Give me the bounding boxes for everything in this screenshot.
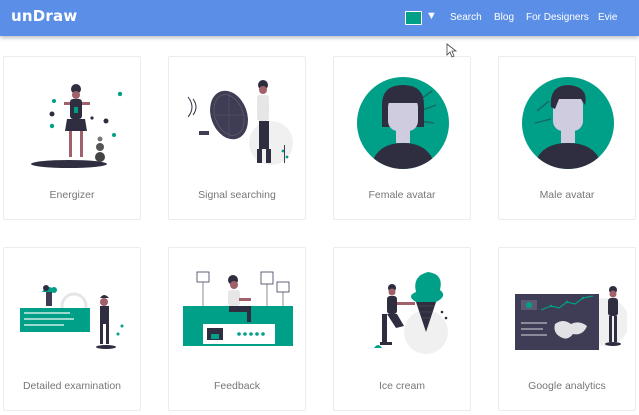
nav-user-evie-link[interactable]: Evie (598, 12, 617, 23)
google-analytics-illustration (515, 286, 627, 350)
male-avatar-illustration (522, 77, 614, 169)
illustration-card-energizer[interactable]: Energizer (3, 56, 141, 220)
nav-for-designers-link[interactable]: For Designers (526, 12, 589, 23)
female-avatar-illustration (357, 77, 449, 169)
top-navbar: unDraw ▼ Search Blog For Designers Evie (0, 0, 639, 36)
brand-logo[interactable]: unDraw (11, 7, 77, 25)
card-title: Feedback (213, 380, 261, 392)
illustration-card-detailed-examination[interactable]: Detailed examination (3, 247, 141, 411)
card-title: Signal searching (198, 189, 276, 201)
illustration-card-ice-cream[interactable]: Ice cream (333, 247, 471, 411)
card-title: Energizer (49, 189, 95, 201)
color-picker-swatch[interactable] (405, 11, 422, 25)
detailed-examination-illustration (20, 285, 124, 349)
illustration-card-male-avatar[interactable]: Male avatar (498, 56, 636, 220)
chevron-down-icon[interactable]: ▼ (426, 10, 437, 22)
card-title: Detailed examination (22, 380, 122, 392)
illustration-card-female-avatar[interactable]: Female avatar (333, 56, 471, 220)
card-title: Google analytics (528, 380, 606, 392)
card-title: Male avatar (539, 189, 595, 201)
feedback-illustration (183, 271, 293, 346)
signal-searching-illustration (187, 80, 293, 165)
illustration-card-feedback[interactable]: Feedback (168, 247, 306, 411)
ice-cream-illustration (374, 272, 448, 354)
card-title: Female avatar (368, 189, 436, 201)
illustration-card-signal-searching[interactable]: Signal searching (168, 56, 306, 220)
nav-blog-link[interactable]: Blog (494, 12, 514, 23)
nav-search-link[interactable]: Search (450, 12, 482, 23)
illustration-card-google-analytics[interactable]: Google analytics (498, 247, 636, 411)
mouse-cursor-icon (446, 43, 457, 58)
energizer-illustration (31, 84, 123, 168)
card-title: Ice cream (378, 380, 426, 392)
